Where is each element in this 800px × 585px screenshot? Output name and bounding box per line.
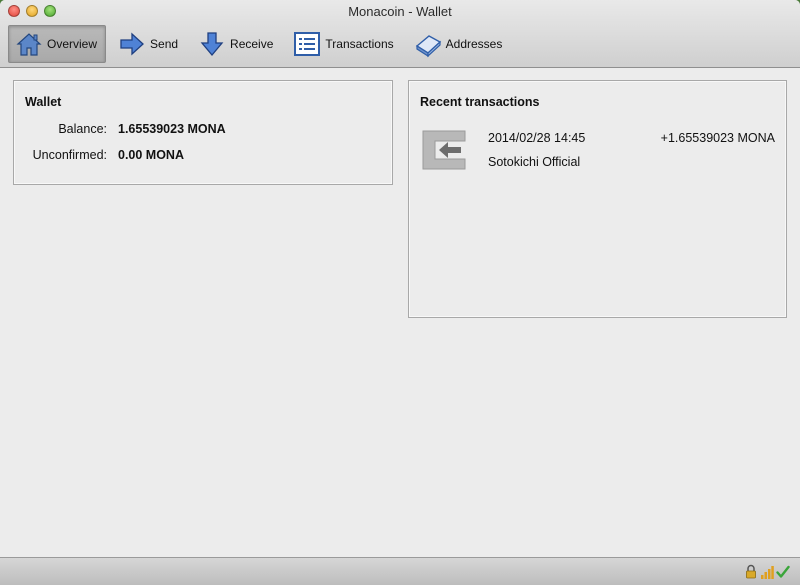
transaction-amount: +1.65539023 MONA — [660, 131, 775, 145]
unconfirmed-row: Unconfirmed: 0.00 MONA — [14, 147, 184, 163]
status-icons — [744, 564, 790, 580]
tab-receive[interactable]: Receive — [192, 25, 281, 63]
incoming-transaction-icon — [422, 130, 466, 170]
tab-send[interactable]: Send — [112, 25, 186, 63]
synced-check-icon — [776, 565, 790, 578]
wallet-panel: Wallet Balance: 1.65539023 MONA Unconfir… — [13, 80, 393, 185]
tab-addresses[interactable]: Addresses — [408, 25, 511, 63]
arrow-down-icon — [200, 32, 224, 57]
tab-overview[interactable]: Overview — [8, 25, 107, 63]
lock-icon — [746, 564, 756, 579]
transaction-label: Sotokichi Official — [488, 155, 581, 169]
tab-overview-label: Overview — [47, 37, 98, 51]
tab-send-label: Send — [150, 37, 179, 51]
list-icon — [294, 32, 321, 56]
main-window: Monacoin - Wallet Overview Send Receive … — [0, 0, 800, 585]
toolbar: Overview Send Receive Transactions Addre… — [8, 24, 516, 64]
balance-row: Balance: 1.65539023 MONA — [14, 121, 226, 137]
arrow-right-icon — [120, 32, 144, 56]
transaction-date: 2014/02/28 14:45 — [488, 131, 586, 145]
balance-value: 1.65539023 MONA — [118, 122, 226, 136]
home-icon — [16, 33, 42, 56]
tab-addresses-label: Addresses — [445, 37, 503, 51]
unconfirmed-value: 0.00 MONA — [118, 148, 184, 162]
signal-bars-icon — [761, 566, 774, 579]
wallet-title: Wallet — [25, 95, 62, 109]
recent-transactions-panel: Recent transactions 2014/02/28 14:45 +1.… — [408, 80, 787, 318]
window-title: Monacoin - Wallet — [348, 4, 452, 19]
tab-transactions[interactable]: Transactions — [287, 25, 401, 63]
tab-receive-label: Receive — [230, 37, 274, 51]
status-bar — [0, 557, 800, 585]
recent-transactions-title: Recent transactions — [420, 95, 540, 109]
tab-transactions-label: Transactions — [325, 37, 394, 51]
address-book-icon — [415, 35, 441, 58]
unconfirmed-label: Unconfirmed: — [32, 148, 107, 162]
balance-label: Balance: — [58, 122, 107, 136]
title-bar: Monacoin - Wallet Overview Send Receive … — [0, 0, 800, 68]
